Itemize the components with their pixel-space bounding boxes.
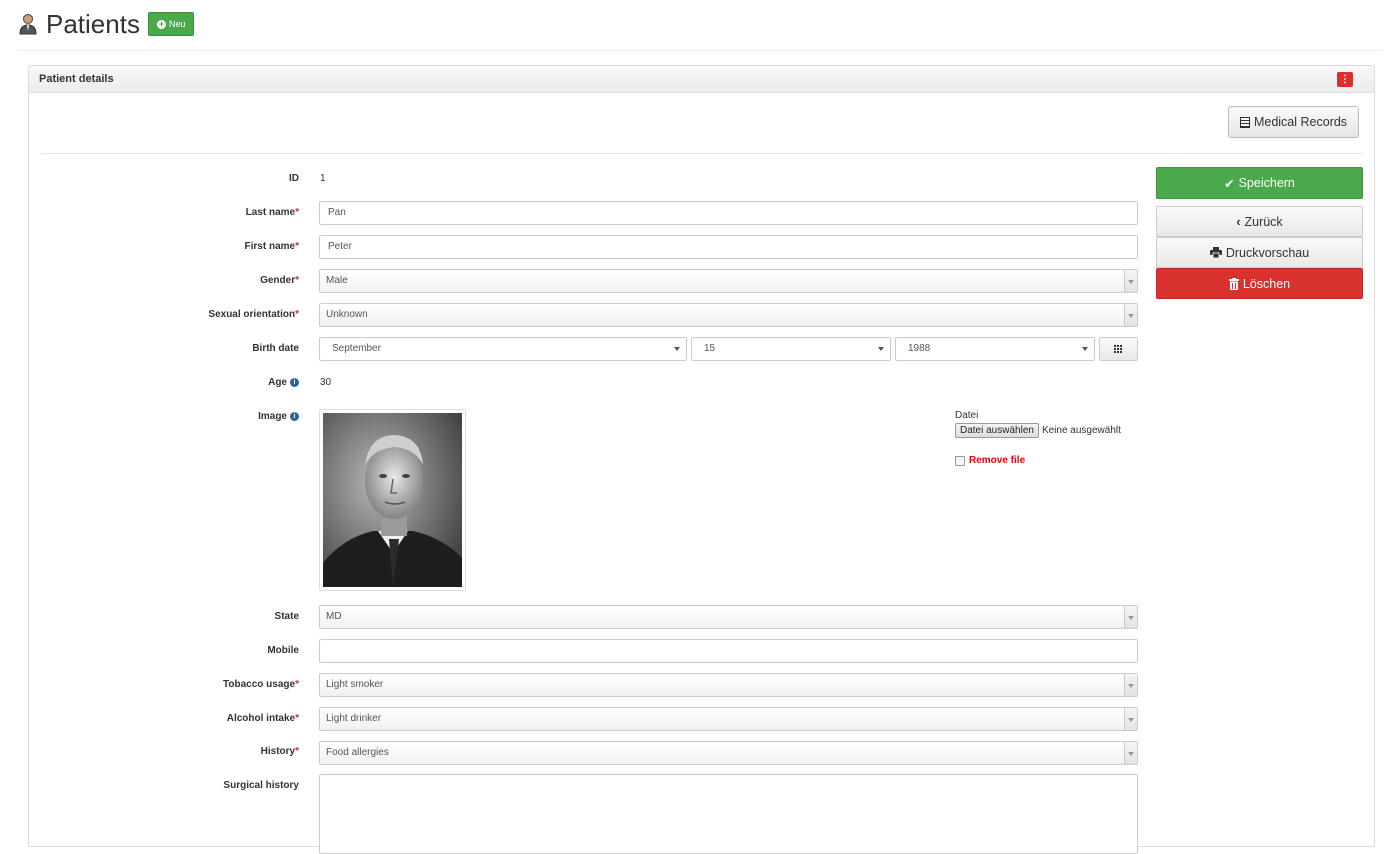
id-label: ID [289, 173, 299, 184]
surgical-history-label: Surgical history [223, 780, 299, 791]
remove-file-label[interactable]: Remove file [969, 455, 1025, 466]
calendar-grid-icon [1114, 345, 1123, 353]
list-alt-icon [1239, 116, 1250, 128]
calendar-button[interactable] [1099, 337, 1138, 361]
chevron-down-icon [1124, 606, 1137, 628]
firstname-input[interactable]: Peter [319, 235, 1138, 259]
lastname-input[interactable]: Pan [319, 201, 1138, 225]
remove-file-checkbox[interactable] [955, 455, 965, 466]
page-header: Patients + Neu [18, 8, 195, 40]
patient-photo [319, 409, 466, 591]
birth-month-select[interactable]: September [319, 337, 687, 361]
trash-icon [1228, 277, 1239, 290]
delete-button[interactable]: Löschen [1156, 268, 1363, 299]
birth-day-select[interactable]: 15 [691, 337, 891, 361]
info-icon[interactable]: i [290, 378, 299, 387]
patient-details-panel: Patient details ⋮ Medical Records ID 1 L… [28, 65, 1375, 854]
header-divider [18, 50, 1382, 51]
save-button[interactable]: ✔ Speichern [1156, 167, 1363, 199]
choose-file-button[interactable]: Datei auswählen [955, 423, 1039, 438]
delete-label: Löschen [1242, 276, 1291, 291]
gender-select[interactable]: Male [319, 269, 1138, 293]
state-select[interactable]: MD [319, 605, 1138, 629]
new-button-label: Neu [168, 19, 186, 29]
id-value: 1 [320, 173, 326, 184]
history-label: History* [260, 746, 299, 757]
chevron-down-icon [1124, 270, 1137, 292]
back-label: Zurück [1244, 214, 1283, 229]
panel-heading: Patient details ⋮ [29, 66, 1374, 93]
orientation-label: Sexual orientation* [208, 309, 299, 320]
birthdate-label: Birth date [252, 343, 299, 354]
file-status: Keine ausgewählt [1041, 425, 1121, 436]
lastname-label: Last name* [245, 207, 299, 218]
panel-menu-icon[interactable]: ⋮ [1337, 72, 1353, 87]
mobile-label: Mobile [267, 645, 299, 656]
new-button[interactable]: + Neu [147, 12, 195, 36]
caret-down-icon [674, 347, 680, 351]
medical-records-button[interactable]: Medical Records [1228, 106, 1359, 138]
gender-label: Gender* [260, 275, 299, 286]
birth-year-select[interactable]: 1988 [895, 337, 1095, 361]
remove-file-row: Remove file [955, 455, 1025, 466]
chevron-down-icon [1124, 304, 1137, 326]
action-buttons: ✔ Speichern ‹ Zurück Druckvorschau Lösch [1156, 167, 1363, 299]
orientation-select[interactable]: Unknown [319, 303, 1138, 327]
print-icon [1209, 247, 1222, 258]
surgical-history-textarea[interactable] [319, 774, 1138, 854]
age-label: Age i [268, 377, 299, 388]
image-label: Image i [258, 411, 299, 422]
tobacco-select[interactable]: Light smoker [319, 673, 1138, 697]
tobacco-label: Tobacco usage* [223, 679, 299, 690]
check-icon: ✔ [1224, 176, 1235, 191]
page-title: Patients [46, 8, 140, 39]
panel-divider [41, 153, 1362, 154]
firstname-label: First name* [244, 241, 299, 252]
user-icon [19, 14, 37, 35]
plus-circle-icon: + [156, 18, 166, 29]
file-label: Datei [955, 410, 979, 421]
print-preview-button[interactable]: Druckvorschau [1156, 237, 1363, 268]
alcohol-label: Alcohol intake* [226, 713, 299, 724]
panel-title: Patient details [39, 73, 114, 85]
caret-down-icon [1082, 347, 1088, 351]
file-upload: Datei Datei auswählen Keine ausgewählt [955, 410, 1121, 438]
portrait-image [323, 413, 462, 587]
chevron-down-icon [1124, 674, 1137, 696]
state-label: State [274, 611, 299, 622]
chevron-left-icon: ‹ [1236, 214, 1241, 229]
mobile-input[interactable] [319, 639, 1138, 663]
history-select[interactable]: Food allergies [319, 741, 1138, 765]
back-button[interactable]: ‹ Zurück [1156, 206, 1363, 237]
info-icon[interactable]: i [290, 412, 299, 421]
age-value: 30 [320, 377, 332, 388]
alcohol-select[interactable]: Light drinker [319, 707, 1138, 731]
chevron-down-icon [1124, 742, 1137, 764]
medical-records-label: Medical Records [1253, 115, 1348, 129]
chevron-down-icon [1124, 708, 1137, 730]
print-preview-label: Druckvorschau [1225, 245, 1310, 260]
save-label: Speichern [1238, 176, 1295, 190]
caret-down-icon [878, 347, 884, 351]
